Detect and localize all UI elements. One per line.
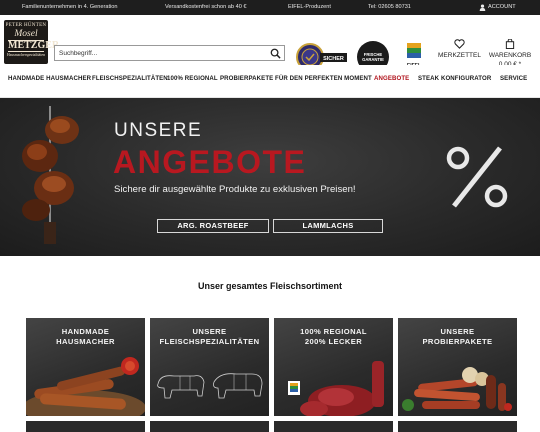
assortment-heading: Unser gesamtes Fleischsortiment: [197, 281, 343, 291]
seal-text: SICHER: [323, 56, 344, 62]
category-title-line-2: FLEISCHSPEZIALITÄTEN: [159, 337, 260, 346]
category-card-regional[interactable]: 100% REGIONAL 200% LECKER: [274, 318, 393, 416]
category-card-hausmacher[interactable]: HANDMADE HAUSMACHER: [26, 318, 145, 416]
hero-title-line-1: UNSERE: [114, 120, 203, 141]
logo-line-4: Hausmacherspezialitäten: [7, 53, 45, 57]
shopping-bag-icon: [505, 39, 515, 49]
account-link[interactable]: ACCOUNT: [479, 3, 516, 11]
shop-logo[interactable]: PETER HÜNTEN Mosel METZGER Hausmacherspe…: [4, 20, 60, 64]
top-info-bar: Familienunternehmen in 4. Generation Ver…: [0, 0, 540, 15]
hero-title-line-2: ANGEBOTE: [113, 144, 307, 180]
nav-item-perfekter-moment[interactable]: FÜR DEN PERFEKTEN MOMENT: [275, 75, 372, 82]
cart-label: WARENKORB: [488, 52, 532, 59]
nav-item-steak-konfigurator[interactable]: STEAK KONFIGURATOR: [418, 75, 491, 82]
phone-link[interactable]: Tel: 02605 80731: [368, 4, 411, 10]
category-card-row2-1[interactable]: [26, 421, 145, 432]
logo-line-2: Mosel: [14, 29, 38, 39]
user-icon: [479, 3, 486, 11]
sausages-image: [26, 357, 145, 416]
category-title-line-1: HANDMADE: [61, 327, 110, 336]
cart-button[interactable]: WARENKORB 0,00 € *: [488, 39, 532, 68]
main-navigation: HANDMADE HAUSMACHER FLEISCHSPEZIALITÄTEN…: [0, 65, 540, 98]
search-input[interactable]: Suchbegriff...: [54, 45, 285, 61]
category-title: HANDMADE HAUSMACHER: [26, 327, 145, 347]
offer-roastbeef-button[interactable]: ARG. ROASTBEEF: [157, 219, 269, 233]
category-title-line-2: 200% LECKER: [304, 337, 363, 346]
logo-line-3: METZGER: [8, 40, 60, 52]
wishlist-button[interactable]: MERKZETTEL: [438, 39, 481, 59]
category-card-fleischspezialitaeten[interactable]: UNSERE FLEISCHSPEZIALITÄTEN: [150, 318, 269, 416]
nav-item-probierpakete[interactable]: PROBIERPAKETE: [220, 75, 273, 82]
category-title-line-1: UNSERE: [192, 327, 227, 336]
freshness-text: FRISCHE GARANTIE: [362, 52, 384, 62]
category-title-line-1: UNSERE: [440, 327, 475, 336]
wishlist-label: MERKZETTEL: [438, 52, 481, 59]
nav-item-handmade-hausmacher[interactable]: HANDMADE HAUSMACHER: [8, 75, 91, 82]
account-label: ACCOUNT: [488, 4, 516, 10]
logo-line-1: PETER HÜNTEN: [5, 23, 47, 28]
hero-subtitle: Sichere dir ausgewählte Produkte zu exkl…: [114, 184, 356, 195]
category-grid: HANDMADE HAUSMACHER UNSERE FLEISCHSPEZIA…: [26, 318, 517, 418]
nav-item-fleischspezialitaeten[interactable]: FLEISCHSPEZIALITÄTEN: [92, 75, 168, 82]
heart-icon: [453, 39, 465, 49]
nav-item-service[interactable]: SERVICE: [500, 75, 527, 82]
animal-cuts-drawing: [157, 373, 263, 399]
nav-item-regional[interactable]: 100% REGIONAL: [167, 75, 218, 82]
percent-icon: [446, 146, 508, 208]
category-title-line-2: PROBIERPAKETE: [422, 337, 493, 346]
category-title: 100% REGIONAL 200% LECKER: [274, 327, 393, 347]
category-card-probierpakete[interactable]: UNSERE PROBIERPAKETE: [398, 318, 517, 416]
grilled-meat-skewer-image: [22, 106, 79, 244]
category-card-row2-3[interactable]: [274, 421, 393, 432]
raw-meat-image: [288, 361, 384, 416]
category-title: UNSERE PROBIERPAKETE: [398, 327, 517, 347]
generation-text: Familienunternehmen in 4. Generation: [22, 4, 118, 10]
offer-lammlachs-button[interactable]: LAMMLACHS: [273, 219, 383, 233]
category-card-row2-2[interactable]: [150, 421, 269, 432]
search-placeholder: Suchbegriff...: [59, 49, 98, 57]
offers-hero-banner: UNSERE ANGEBOTE Sichere dir ausgewählte …: [0, 98, 540, 256]
search-icon[interactable]: [270, 48, 281, 59]
tasting-package-image: [402, 367, 512, 411]
category-card-row2-4[interactable]: [398, 421, 517, 432]
category-title-line-1: 100% REGIONAL: [300, 327, 367, 336]
shipping-text: Versandkostenfrei schon ab 40 €: [165, 4, 247, 10]
category-title: UNSERE FLEISCHSPEZIALITÄTEN: [150, 327, 269, 347]
eifel-text: EIFEL-Produzent: [288, 4, 331, 10]
site-header: PETER HÜNTEN Mosel METZGER Hausmacherspe…: [0, 15, 540, 74]
nav-item-angebote[interactable]: ANGEBOTE: [374, 75, 409, 82]
